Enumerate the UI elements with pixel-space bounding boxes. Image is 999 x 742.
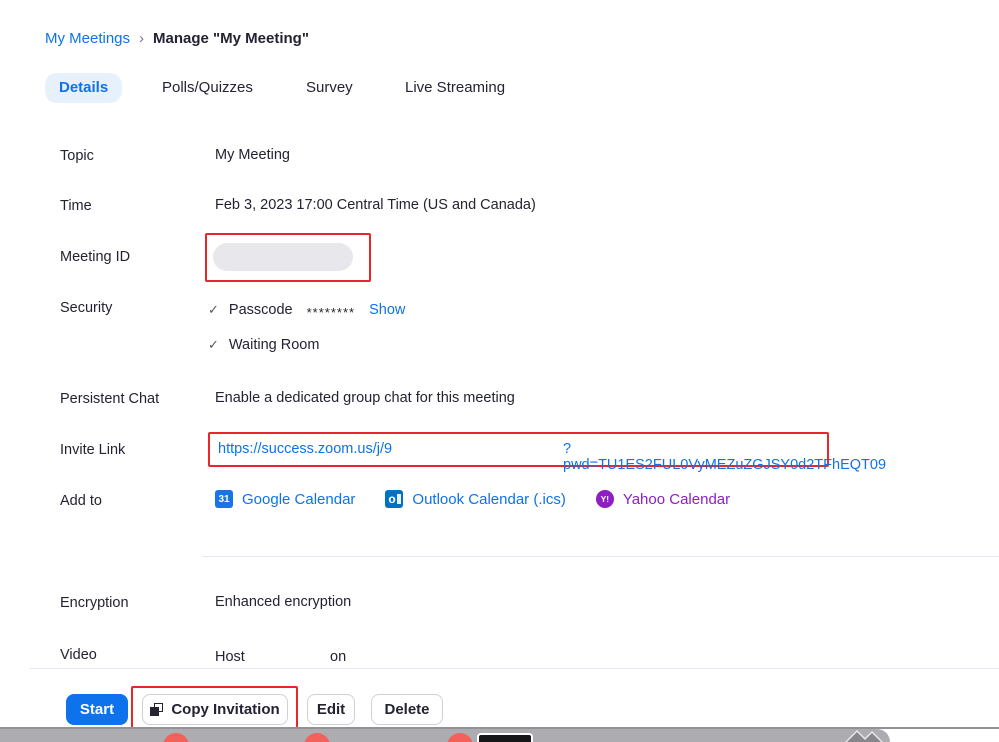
checkmark-icon: ✓ <box>208 302 219 318</box>
breadcrumb-my-meetings-link[interactable]: My Meetings <box>45 30 130 47</box>
checkmark-icon: ✓ <box>208 337 219 353</box>
edit-button[interactable]: Edit <box>307 694 355 725</box>
video-host-value: on <box>330 649 346 665</box>
video-label: Video <box>60 647 97 663</box>
topic-label: Topic <box>60 148 94 164</box>
security-label: Security <box>60 300 112 316</box>
tab-polls-quizzes[interactable]: Polls/Quizzes <box>148 73 267 103</box>
invite-link-annotation-box: https://success.zoom.us/j/9 ?pwd=TU1ES2F… <box>208 432 829 467</box>
footer-divider <box>30 668 999 669</box>
meeting-id-annotation-box <box>205 233 371 282</box>
persistent-chat-label: Persistent Chat <box>60 391 159 407</box>
breadcrumb-chevron-icon: › <box>139 30 144 47</box>
add-to-label: Add to <box>60 493 102 509</box>
page-title: Manage "My Meeting" <box>153 30 309 47</box>
mountains-icon <box>845 730 885 742</box>
breadcrumb: My Meetings › Manage "My Meeting" <box>45 30 309 47</box>
encryption-value: Enhanced encryption <box>215 594 351 610</box>
video-host-label: Host <box>215 649 245 665</box>
tab-survey[interactable]: Survey <box>292 73 367 103</box>
waiting-room-label: Waiting Room <box>229 337 320 353</box>
passcode-label: Passcode <box>229 302 293 318</box>
calendar-links-row: 31 Google Calendar o Outlook Calendar (.… <box>215 490 730 508</box>
invite-link-label: Invite Link <box>60 442 125 458</box>
invite-link-url-start[interactable]: https://success.zoom.us/j/9 <box>218 441 392 457</box>
google-calendar-link[interactable]: 31 Google Calendar <box>215 490 355 508</box>
passcode-mask: ******** <box>307 305 355 320</box>
delete-button[interactable]: Delete <box>371 694 443 725</box>
outlook-calendar-icon: o <box>385 490 403 508</box>
tab-live-streaming[interactable]: Live Streaming <box>391 73 519 103</box>
persistent-chat-value: Enable a dedicated group chat for this m… <box>215 390 515 406</box>
start-button[interactable]: Start <box>66 694 128 725</box>
app-window-sliver[interactable] <box>477 733 533 742</box>
meeting-id-label: Meeting ID <box>60 249 130 265</box>
time-value: Feb 3, 2023 17:00 Central Time (US and C… <box>215 197 536 213</box>
tab-details[interactable]: Details <box>45 73 122 103</box>
yahoo-calendar-link[interactable]: Y! Yahoo Calendar <box>596 490 730 508</box>
outlook-calendar-link[interactable]: o Outlook Calendar (.ics) <box>385 490 565 508</box>
google-calendar-icon: 31 <box>215 490 233 508</box>
yahoo-calendar-label: Yahoo Calendar <box>623 491 730 508</box>
section-divider <box>202 556 999 557</box>
topic-value: My Meeting <box>215 147 290 163</box>
encryption-label: Encryption <box>60 595 129 611</box>
copy-invitation-annotation-box <box>131 686 298 733</box>
show-passcode-link[interactable]: Show <box>369 302 405 318</box>
time-label: Time <box>60 198 92 214</box>
outlook-calendar-label: Outlook Calendar (.ics) <box>412 491 565 508</box>
passcode-row: ✓ Passcode ******** Show <box>208 302 405 318</box>
meeting-manage-page: My Meetings › Manage "My Meeting" Detail… <box>0 0 999 742</box>
waiting-room-row: ✓ Waiting Room <box>208 337 319 353</box>
dock-bar[interactable] <box>0 729 890 742</box>
yahoo-calendar-icon: Y! <box>596 490 614 508</box>
google-calendar-label: Google Calendar <box>242 491 355 508</box>
invite-link-url-end[interactable]: ?pwd=TU1ES2FUL0VyMEZuZGJSY0d2TFhEQT09 <box>563 441 886 473</box>
